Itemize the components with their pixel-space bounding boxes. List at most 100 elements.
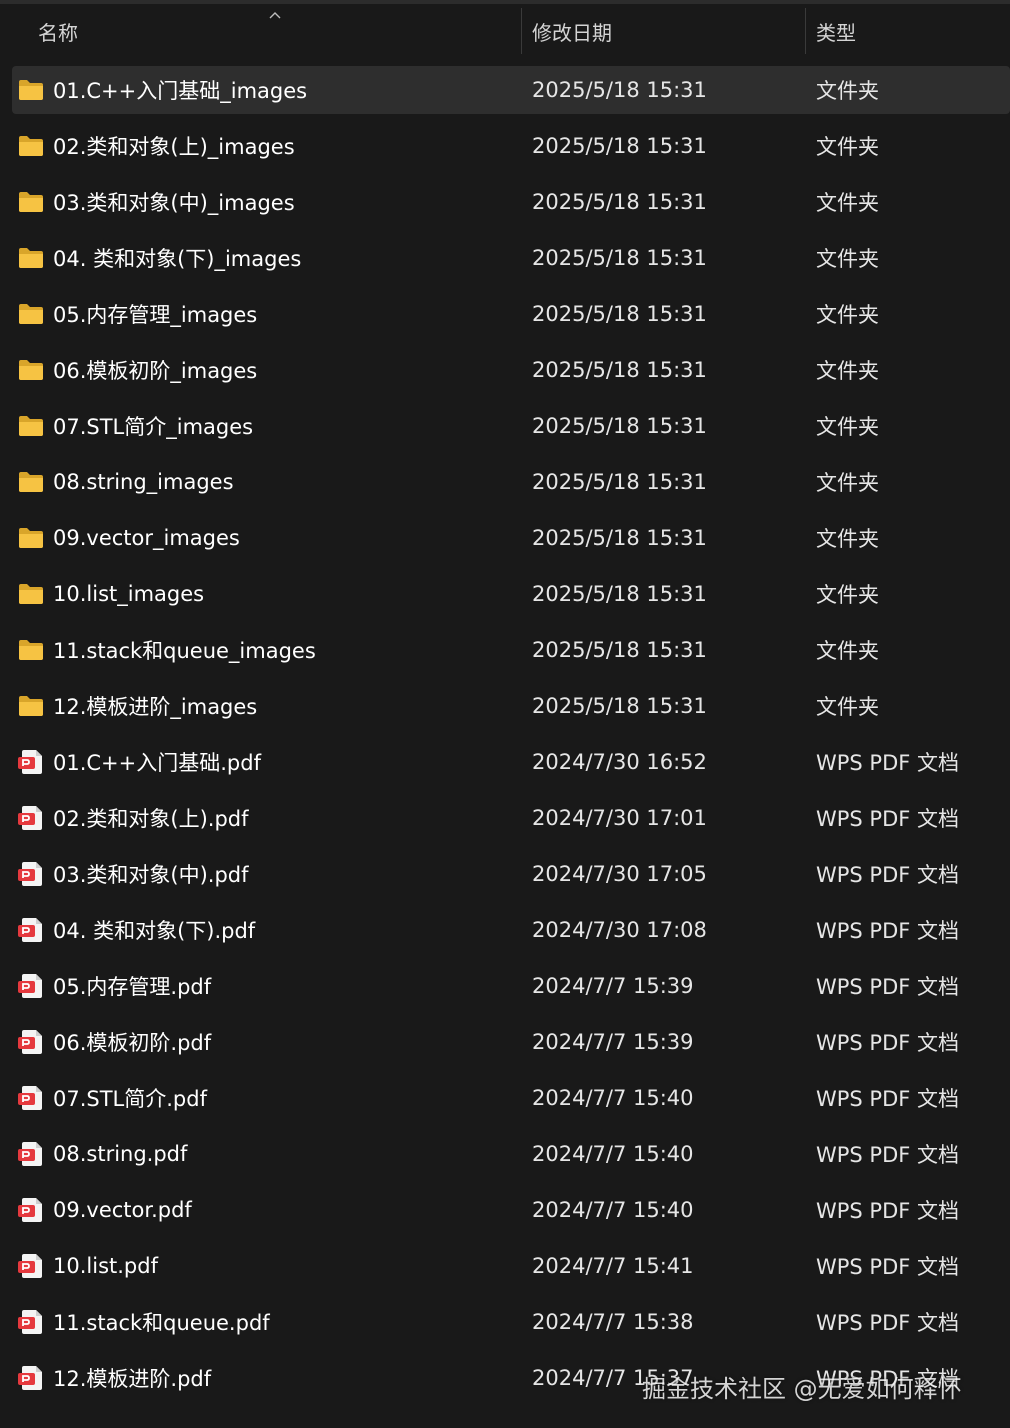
file-row[interactable]: 03.类和对象(中)_images 2025/5/18 15:31 文件夹 [0, 174, 1010, 230]
file-date-modified: 2024/7/30 17:01 [532, 806, 707, 830]
file-row[interactable]: 01.C++入门基础_images 2025/5/18 15:31 文件夹 [0, 62, 1010, 118]
file-name: 06.模板初阶.pdf [53, 1031, 212, 1055]
file-name: 09.vector.pdf [53, 1198, 192, 1222]
file-type: WPS PDF 文档 [816, 1143, 960, 1167]
pdf-file-icon [18, 974, 42, 998]
file-row[interactable]: 05.内存管理.pdf 2024/7/7 15:39 WPS PDF 文档 [0, 958, 1010, 1014]
file-type: WPS PDF 文档 [816, 975, 960, 999]
file-name: 07.STL简介.pdf [53, 1087, 207, 1111]
file-date-modified: 2024/7/30 17:05 [532, 862, 707, 886]
file-type: WPS PDF 文档 [816, 1031, 960, 1055]
file-row[interactable]: 10.list.pdf 2024/7/7 15:41 WPS PDF 文档 [0, 1238, 1010, 1294]
file-row[interactable]: 11.stack和queue.pdf 2024/7/7 15:38 WPS PD… [0, 1294, 1010, 1350]
file-type: 文件夹 [816, 527, 879, 551]
file-row[interactable]: 12.模板进阶_images 2025/5/18 15:31 文件夹 [0, 678, 1010, 734]
file-name: 04. 类和对象(下).pdf [53, 919, 256, 943]
file-date-modified: 2025/5/18 15:31 [532, 134, 707, 158]
file-date-modified: 2025/5/18 15:31 [532, 190, 707, 214]
column-divider[interactable] [805, 8, 806, 54]
file-type: WPS PDF 文档 [816, 751, 960, 775]
pdf-file-icon [18, 1142, 42, 1166]
file-date-modified: 2024/7/7 15:40 [532, 1086, 694, 1110]
file-date-modified: 2025/5/18 15:31 [532, 302, 707, 326]
file-row[interactable]: 09.vector.pdf 2024/7/7 15:40 WPS PDF 文档 [0, 1182, 1010, 1238]
file-name: 11.stack和queue_images [53, 639, 316, 663]
file-row[interactable]: 10.list_images 2025/5/18 15:31 文件夹 [0, 566, 1010, 622]
file-date-modified: 2025/5/18 15:31 [532, 526, 707, 550]
file-row[interactable]: 03.类和对象(中).pdf 2024/7/30 17:05 WPS PDF 文… [0, 846, 1010, 902]
file-date-modified: 2025/5/18 15:31 [532, 78, 707, 102]
folder-icon [19, 248, 43, 268]
file-row[interactable]: 08.string_images 2025/5/18 15:31 文件夹 [0, 454, 1010, 510]
file-date-modified: 2025/5/18 15:31 [532, 414, 707, 438]
sort-ascending-icon [269, 12, 281, 19]
column-header-date-modified[interactable]: 修改日期 [532, 8, 612, 54]
file-type: WPS PDF 文档 [816, 807, 960, 831]
file-date-modified: 2024/7/30 16:52 [532, 750, 707, 774]
file-date-modified: 2024/7/7 15:40 [532, 1142, 694, 1166]
pdf-file-icon [18, 1254, 42, 1278]
file-row[interactable]: 11.stack和queue_images 2025/5/18 15:31 文件… [0, 622, 1010, 678]
file-type: 文件夹 [816, 359, 879, 383]
file-type: 文件夹 [816, 135, 879, 159]
file-name: 11.stack和queue.pdf [53, 1311, 270, 1335]
folder-icon [19, 304, 43, 324]
column-header-bar: 名称 修改日期 类型 [0, 8, 1010, 54]
folder-icon [19, 360, 43, 380]
file-type: 文件夹 [816, 79, 879, 103]
pdf-file-icon [18, 1310, 42, 1334]
file-type: 文件夹 [816, 303, 879, 327]
file-name: 09.vector_images [53, 526, 240, 550]
file-type: 文件夹 [816, 415, 879, 439]
pdf-file-icon [18, 918, 42, 942]
watermark-text: 掘金技术社区 @无爱如何释怀 [642, 1374, 962, 1403]
file-row[interactable]: 04. 类和对象(下)_images 2025/5/18 15:31 文件夹 [0, 230, 1010, 286]
file-name: 05.内存管理_images [53, 303, 258, 327]
file-type: 文件夹 [816, 583, 879, 607]
file-row[interactable]: 05.内存管理_images 2025/5/18 15:31 文件夹 [0, 286, 1010, 342]
pdf-file-icon [18, 1086, 42, 1110]
file-type: 文件夹 [816, 247, 879, 271]
file-row[interactable]: 08.string.pdf 2024/7/7 15:40 WPS PDF 文档 [0, 1126, 1010, 1182]
file-name: 01.C++入门基础_images [53, 79, 308, 103]
file-date-modified: 2024/7/7 15:41 [532, 1254, 694, 1278]
file-date-modified: 2024/7/7 15:38 [532, 1310, 694, 1334]
column-header-type[interactable]: 类型 [816, 8, 856, 54]
file-row[interactable]: 07.STL简介_images 2025/5/18 15:31 文件夹 [0, 398, 1010, 454]
pdf-file-icon [18, 806, 42, 830]
folder-icon [19, 696, 43, 716]
folder-icon [19, 416, 43, 436]
file-name: 02.类和对象(上).pdf [53, 807, 249, 831]
file-name: 03.类和对象(中)_images [53, 191, 295, 215]
file-row[interactable]: 02.类和对象(上).pdf 2024/7/30 17:01 WPS PDF 文… [0, 790, 1010, 846]
folder-icon [19, 640, 43, 660]
file-date-modified: 2025/5/18 15:31 [532, 470, 707, 494]
pdf-file-icon [18, 862, 42, 886]
file-row[interactable]: 04. 类和对象(下).pdf 2024/7/30 17:08 WPS PDF … [0, 902, 1010, 958]
file-name: 10.list.pdf [53, 1254, 158, 1278]
file-name: 08.string_images [53, 470, 234, 494]
file-date-modified: 2024/7/7 15:40 [532, 1198, 694, 1222]
file-name: 05.内存管理.pdf [53, 975, 212, 999]
file-type: WPS PDF 文档 [816, 1087, 960, 1111]
file-name: 12.模板进阶.pdf [53, 1367, 212, 1391]
file-name: 12.模板进阶_images [53, 695, 258, 719]
file-row[interactable]: 09.vector_images 2025/5/18 15:31 文件夹 [0, 510, 1010, 566]
file-type: WPS PDF 文档 [816, 919, 960, 943]
file-row[interactable]: 02.类和对象(上)_images 2025/5/18 15:31 文件夹 [0, 118, 1010, 174]
file-type: WPS PDF 文档 [816, 1199, 960, 1223]
file-date-modified: 2025/5/18 15:31 [532, 246, 707, 270]
file-row[interactable]: 06.模板初阶_images 2025/5/18 15:31 文件夹 [0, 342, 1010, 398]
file-row[interactable]: 07.STL简介.pdf 2024/7/7 15:40 WPS PDF 文档 [0, 1070, 1010, 1126]
folder-icon [19, 528, 43, 548]
pdf-file-icon [18, 1198, 42, 1222]
file-type: WPS PDF 文档 [816, 1255, 960, 1279]
file-row[interactable]: 01.C++入门基础.pdf 2024/7/30 16:52 WPS PDF 文… [0, 734, 1010, 790]
file-date-modified: 2024/7/7 15:39 [532, 974, 694, 998]
file-list: 01.C++入门基础_images 2025/5/18 15:31 文件夹 02… [0, 62, 1010, 1406]
column-header-name[interactable]: 名称 [38, 8, 78, 54]
file-date-modified: 2024/7/30 17:08 [532, 918, 707, 942]
folder-icon [19, 80, 43, 100]
column-divider[interactable] [521, 8, 522, 54]
file-row[interactable]: 06.模板初阶.pdf 2024/7/7 15:39 WPS PDF 文档 [0, 1014, 1010, 1070]
